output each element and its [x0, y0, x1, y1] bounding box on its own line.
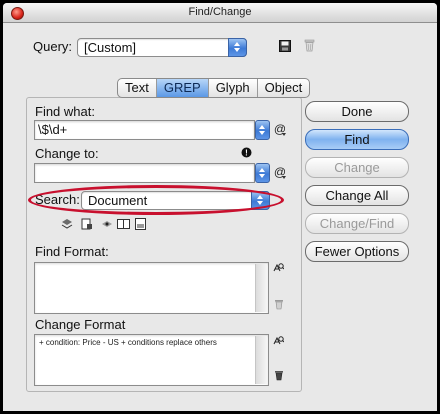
- query-dropdown[interactable]: [Custom]: [77, 38, 247, 57]
- find-what-label: Find what:: [35, 104, 95, 119]
- fewer-options-button[interactable]: Fewer Options: [305, 241, 409, 262]
- change-to-history-arrows-icon[interactable]: [255, 163, 270, 183]
- query-label: Query:: [33, 39, 73, 54]
- find-what-value: \$\d+: [38, 122, 68, 137]
- tab-grep[interactable]: GREP: [156, 79, 209, 97]
- done-button[interactable]: Done: [305, 101, 409, 122]
- change-to-field[interactable]: [34, 163, 255, 183]
- change-format-scrollbar[interactable]: [255, 336, 267, 384]
- include-footnotes-icon: [135, 218, 146, 230]
- tab-text[interactable]: Text: [118, 79, 157, 97]
- query-dropdown-arrows-icon: [228, 38, 247, 57]
- find-format-box[interactable]: [34, 262, 269, 314]
- change-to-label: Change to:: [35, 146, 99, 161]
- find-what-history-arrows-icon[interactable]: [255, 120, 270, 140]
- tab-object[interactable]: Object: [258, 79, 310, 97]
- title-bar: Find/Change: [3, 3, 437, 23]
- change-format-value: + condition: Price - US + conditions rep…: [39, 338, 217, 347]
- window-title: Find/Change: [188, 6, 252, 18]
- include-hidden-layers-icon: [102, 221, 112, 227]
- include-locked-stories-icon: [81, 218, 92, 230]
- change-format-label: Change Format: [35, 317, 126, 332]
- change-button[interactable]: Change: [305, 157, 409, 178]
- search-options-icons: [61, 218, 146, 230]
- save-query-icon[interactable]: [279, 40, 291, 52]
- highlight-oval: [28, 185, 284, 215]
- include-master-pages-icon: [117, 219, 130, 229]
- at-special-characters-icon[interactable]: @: [273, 120, 287, 138]
- specify-find-format-icon[interactable]: [273, 262, 285, 273]
- find-format-scrollbar[interactable]: [255, 264, 267, 312]
- query-value: [Custom]: [84, 40, 137, 55]
- specify-change-format-icon[interactable]: [273, 335, 285, 346]
- svg-text:!: !: [245, 149, 248, 158]
- at-special-characters-change-icon[interactable]: @: [273, 163, 287, 181]
- search-mode-tabs: Text GREP Glyph Object: [117, 78, 311, 98]
- find-change-window: Find/Change Query: [Custom] Text GREP Gl…: [3, 3, 437, 411]
- screenshot-frame: Find/Change Query: [Custom] Text GREP Gl…: [0, 0, 440, 414]
- change-format-box[interactable]: + condition: Price - US + conditions rep…: [34, 334, 269, 386]
- tab-glyph[interactable]: Glyph: [209, 79, 258, 97]
- info-icon: !: [241, 147, 252, 158]
- delete-query-icon[interactable]: [304, 39, 315, 52]
- change-find-button[interactable]: Change/Find: [305, 213, 409, 234]
- clear-change-format-icon[interactable]: [273, 370, 284, 381]
- include-locked-layers-icon: [61, 219, 73, 229]
- find-button[interactable]: Find: [305, 129, 409, 150]
- find-format-label: Find Format:: [35, 244, 109, 259]
- change-all-button[interactable]: Change All: [305, 185, 409, 206]
- clear-find-format-icon[interactable]: [273, 299, 284, 310]
- find-what-field[interactable]: \$\d+: [34, 120, 255, 140]
